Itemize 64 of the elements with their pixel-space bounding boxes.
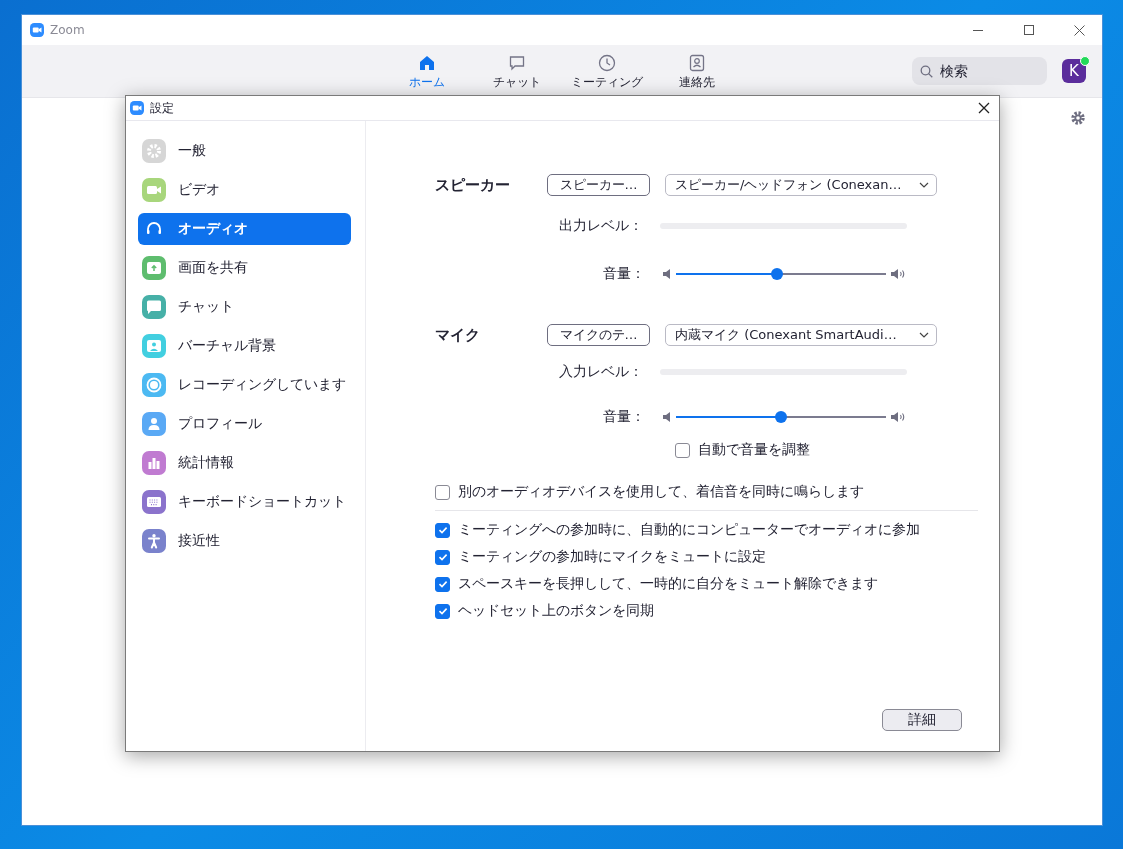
settings-icon [1070, 110, 1086, 126]
section-heading: スピーカー [435, 175, 511, 195]
speaker-loud-icon [890, 411, 906, 423]
window-title: Zoom [50, 23, 86, 37]
dialog-title: 設定 [150, 99, 175, 117]
camera-logo-icon [130, 101, 144, 115]
search-field[interactable]: 検索 [912, 57, 1047, 85]
maximize-icon [1023, 25, 1034, 35]
sidebar-item[interactable]: プロフィール [138, 408, 351, 440]
contact-card-icon [688, 54, 706, 72]
nav-tab[interactable]: ミーティング [562, 45, 652, 91]
avatar[interactable]: K [1062, 59, 1086, 83]
volume-label: 音量： [602, 265, 645, 283]
nav-tab[interactable]: ホーム [382, 45, 472, 91]
speaker-low-icon [662, 411, 672, 423]
sidebar-item[interactable]: キーボードショートカット [138, 486, 351, 518]
speaker-loud-icon [890, 268, 906, 280]
checkbox[interactable] [435, 484, 450, 500]
checkbox[interactable] [435, 522, 450, 538]
advanced-button[interactable]: 詳細 [882, 709, 962, 731]
speech-bubble-icon [508, 54, 526, 72]
sidebar-item[interactable]: 統計情報 [138, 447, 351, 479]
close-icon [1074, 24, 1085, 36]
nav-tab[interactable]: チャット [472, 45, 562, 91]
chevron-down-icon [919, 332, 929, 338]
speaker-low-icon [662, 268, 672, 280]
level-label: 出力レベル： [558, 217, 643, 235]
checkbox-label: ミーティングの参加時にマイクをミュートに設定 [458, 548, 766, 566]
volume-slider[interactable] [662, 409, 906, 425]
checkbox-label: スペースキーを長押しして、一時的に自分をミュート解除できます [458, 575, 878, 593]
slider-thumb[interactable] [775, 411, 787, 423]
sidebar-item[interactable]: レコーディングしています [138, 369, 351, 401]
checkbox-label: 別のオーディオデバイスを使用して、着信音を同時に鳴らします [458, 483, 864, 501]
nav-tab[interactable]: 連絡先 [652, 45, 742, 91]
sidebar-item[interactable]: 一般 [138, 135, 351, 167]
sidebar-item[interactable]: チャット [138, 291, 351, 323]
online-status-dot [1080, 56, 1090, 66]
clock-icon [598, 54, 616, 72]
sidebar-item[interactable]: バーチャル背景 [138, 330, 351, 362]
checkbox-label: ミーティングへの参加時に、自動的にコンピューターでオーディオに参加 [458, 521, 920, 539]
level-label: 入力レベル： [558, 363, 643, 381]
checkbox[interactable] [675, 442, 690, 458]
sidebar-item[interactable]: 画面を共有 [138, 252, 351, 284]
checkbox-label: ヘッドセット上のボタンを同期 [458, 602, 654, 620]
sidebar-item[interactable]: 接近性 [138, 525, 351, 557]
volume-slider[interactable] [662, 266, 906, 282]
checkbox[interactable] [435, 549, 450, 565]
section-heading: マイク [435, 325, 481, 345]
camera-logo-icon [30, 23, 44, 37]
home-icon [418, 54, 436, 72]
sidebar-item[interactable]: オーディオ [138, 213, 351, 245]
checkbox-label: 自動で音量を調整 [698, 441, 810, 459]
sidebar-item[interactable]: ビデオ [138, 174, 351, 206]
test-button[interactable]: マイクのテ… [547, 324, 650, 346]
chevron-down-icon [919, 182, 929, 188]
close-icon [978, 102, 990, 114]
slider-thumb[interactable] [770, 268, 783, 280]
volume-label: 音量： [602, 408, 645, 426]
checkbox[interactable] [435, 603, 450, 619]
device-dropdown[interactable]: スピーカー/ヘッドフォン (Conexan… [665, 174, 937, 196]
device-dropdown[interactable]: 内蔵マイク (Conexant SmartAudi… [665, 324, 937, 346]
search-icon [920, 65, 933, 78]
test-button[interactable]: スピーカー… [547, 174, 650, 196]
checkbox[interactable] [435, 576, 450, 592]
